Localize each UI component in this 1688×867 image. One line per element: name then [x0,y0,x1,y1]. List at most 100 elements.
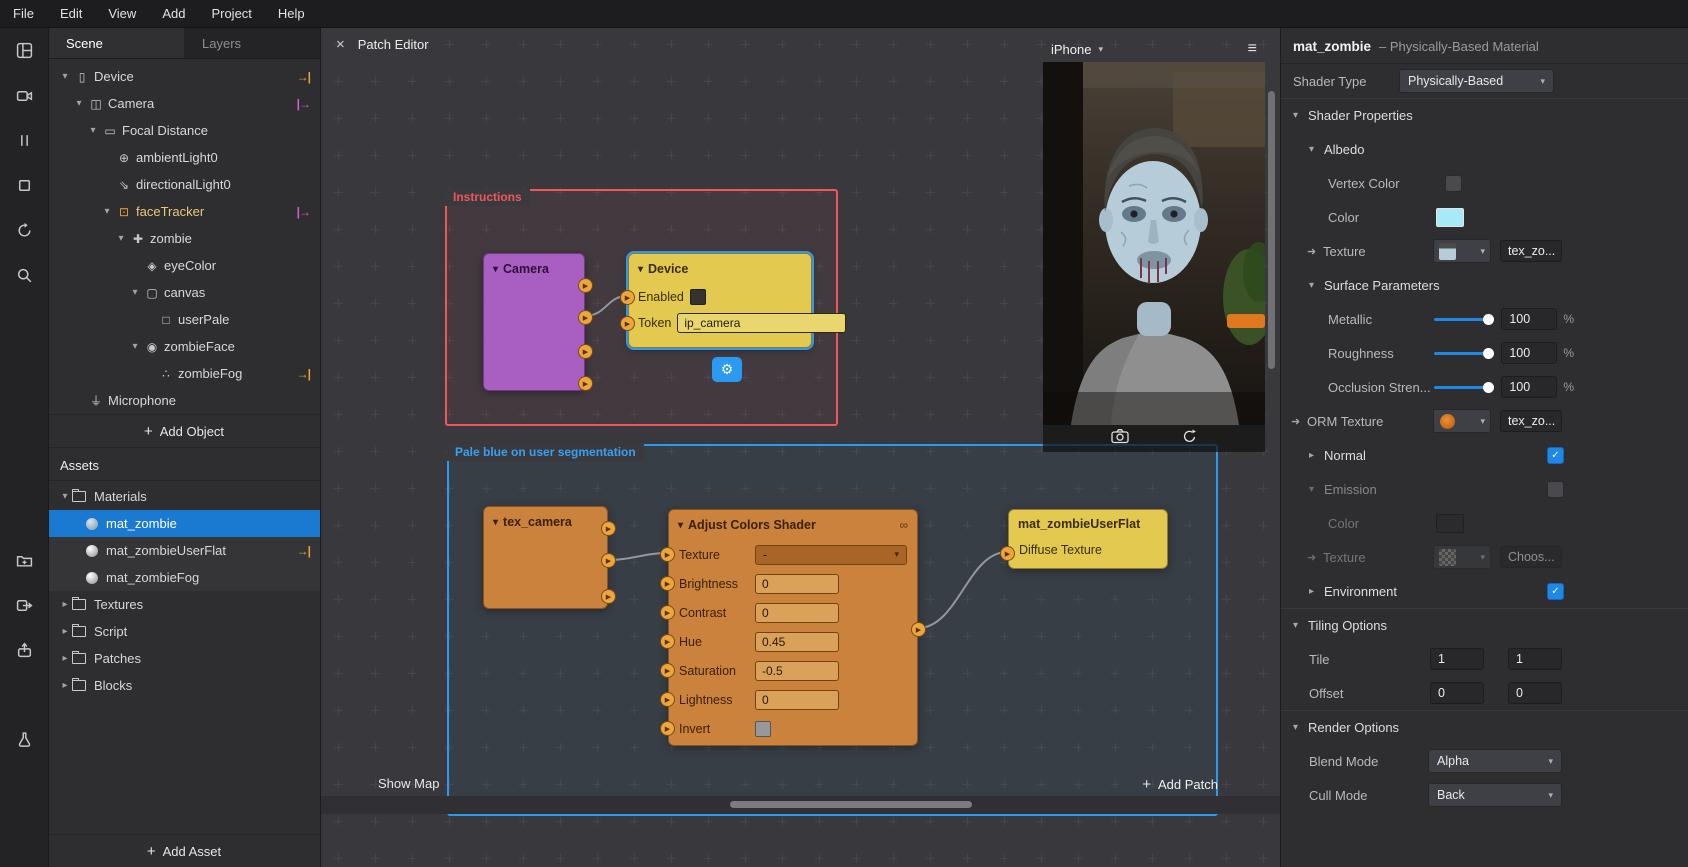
asset-folder-textures[interactable]: ▸ Textures [48,591,320,618]
input-port[interactable]: ▶ [1000,546,1015,561]
close-icon[interactable]: × [336,36,345,53]
metallic-value[interactable]: 100 [1501,308,1558,330]
section-render-options[interactable]: ▾ Render Options [1281,710,1688,744]
caret-icon[interactable]: ▸ [58,653,72,664]
slider-knob[interactable] [1483,347,1495,359]
restart-icon[interactable] [0,208,48,253]
enabled-checkbox[interactable] [689,289,706,305]
tab-layers[interactable]: Layers [184,28,320,58]
add-patch-button[interactable]: + Add Patch [1142,776,1218,793]
caret-icon[interactable]: ▾ [493,517,498,528]
hamburger-menu-icon[interactable]: ≡ [1248,40,1257,58]
output-port[interactable]: ▶ [578,310,593,325]
section-normal[interactable]: ▸ Normal ✓ [1281,438,1688,472]
albedo-texture-value[interactable]: tex_zo... [1500,240,1562,262]
patch-editor[interactable]: × Patch Editor Instructions Pale blue on… [320,28,1280,867]
vertical-scrollbar-thumb[interactable] [1268,91,1275,369]
scene-item-zombiefog[interactable]: ∴ zombieFog →| [48,360,320,387]
output-port[interactable]: ▶ [601,589,616,604]
caret-icon[interactable]: ▸ [1309,450,1324,461]
section-albedo[interactable]: ▾ Albedo [1281,132,1688,166]
horizontal-scrollbar-thumb[interactable] [730,801,972,808]
test-flask-icon[interactable] [0,717,48,762]
caret-icon[interactable]: ▾ [678,520,683,531]
albedo-texture-dropdown[interactable]: ▾ [1433,239,1491,263]
lightness-input[interactable] [755,689,839,710]
input-port[interactable]: ▶ [660,634,675,649]
input-port[interactable]: ▶ [660,547,675,562]
screenshot-camera-icon[interactable] [1110,428,1129,449]
offset-x-field[interactable]: 0 [1430,682,1484,704]
caret-icon[interactable]: ▾ [58,491,72,502]
caret-icon[interactable]: ▾ [1309,484,1324,495]
patch-device[interactable]: ▾ Device Enabled Token ▶ ▶ [620,253,847,348]
output-port[interactable]: ▶ [601,553,616,568]
caret-icon[interactable]: ▾ [114,233,128,244]
slider-knob[interactable] [1483,381,1495,393]
input-port[interactable]: ▶ [660,576,675,591]
caret-icon[interactable]: ▾ [128,341,142,352]
rotate-device-icon[interactable] [1181,428,1198,449]
brightness-input[interactable] [755,573,839,594]
scene-item-canvas[interactable]: ▾ ▢ canvas [48,279,320,306]
emission-texture-value[interactable]: Choos... [1500,546,1562,568]
caret-icon[interactable]: ▾ [493,264,498,275]
asset-folder-blocks[interactable]: ▸ Blocks [48,672,320,699]
texture-dropdown[interactable]: - ▾ [755,544,907,565]
input-port[interactable]: ▶ [660,663,675,678]
menu-project[interactable]: Project [198,0,264,27]
patch-settings-button[interactable]: ⚙ [712,357,742,382]
tile-y-field[interactable]: 1 [1508,648,1562,670]
asset-folder-materials[interactable]: ▾ Materials [48,483,320,510]
simulator-device-select[interactable]: iPhone [1051,42,1091,57]
slider-knob[interactable] [1483,313,1495,325]
caret-icon[interactable]: ▾ [100,206,114,217]
cull-mode-dropdown[interactable]: Back ▾ [1428,783,1562,807]
orm-texture-dropdown[interactable]: ▾ [1433,409,1491,433]
add-object-button[interactable]: + Add Object [48,414,320,448]
scene-item-focal-distance[interactable]: ▾ ▭ Focal Distance [48,117,320,144]
scene-item-zombie[interactable]: ▾ ✚ zombie [48,225,320,252]
section-shader-properties[interactable]: ▾ Shader Properties [1281,98,1688,132]
scene-item-eyecolor[interactable]: ◈ eyeColor [48,252,320,279]
scene-item-ambientlight0[interactable]: ⊕ ambientLight0 [48,144,320,171]
orm-texture-value[interactable]: tex_zo... [1500,410,1562,432]
caret-icon[interactable]: ▾ [58,71,72,82]
section-emission[interactable]: ▾ Emission [1281,472,1688,506]
pause-icon[interactable] [0,118,48,163]
scene-item-userpale[interactable]: □ userPale [48,306,320,333]
add-asset-button[interactable]: + Add Asset [48,834,320,867]
caret-icon[interactable]: ▸ [1309,586,1324,597]
menu-help[interactable]: Help [265,0,318,27]
patch-tex-camera[interactable]: ▾ tex_camera ▶ ▶ ▶ [483,506,616,609]
chevron-down-icon[interactable]: ▾ [1098,44,1103,55]
output-port[interactable]: ▶ [578,278,593,293]
output-port[interactable]: ▶ [601,521,616,536]
asset-mat-zombieuserflat[interactable]: mat_zombieUserFlat →| [48,537,320,564]
input-port[interactable]: ▶ [660,692,675,707]
invert-checkbox[interactable] [755,720,771,737]
asset-mat-zombiefog[interactable]: mat_zombieFog [48,564,320,591]
caret-icon[interactable]: ▾ [128,287,142,298]
panels-icon[interactable] [0,28,48,73]
caret-icon[interactable]: ▸ [58,599,72,610]
input-port[interactable]: ▶ [620,290,635,305]
menu-file[interactable]: File [0,0,47,27]
patch-adjust-colors-shader[interactable]: ▾ Adjust Colors Shader ∞ ▶ Texture - ▾ ▶… [660,509,926,746]
stop-icon[interactable] [0,163,48,208]
section-tiling-options[interactable]: ▾ Tiling Options [1281,608,1688,642]
group-label[interactable]: Pale blue on user segmentation [447,444,644,461]
output-port[interactable]: ▶ [911,622,926,637]
tab-scene[interactable]: Scene [48,28,184,58]
tile-x-field[interactable]: 1 [1430,648,1484,670]
vertex-color-checkbox[interactable] [1445,174,1462,192]
token-input[interactable] [677,313,847,333]
show-map-button[interactable]: Show Map [378,776,439,791]
scene-item-microphone[interactable]: ⏚ Microphone [48,387,320,414]
caret-icon[interactable]: ▸ [58,680,72,691]
scene-item-camera[interactable]: ▾ ◫ Camera |→ [48,90,320,117]
caret-icon[interactable]: ▾ [1293,110,1308,121]
asset-mat-zombie[interactable]: mat_zombie [48,510,320,537]
input-port[interactable]: ▶ [660,605,675,620]
patch-mat-zombieuserflat[interactable]: mat_zombieUserFlat Diffuse Texture ▶ [1000,509,1168,569]
